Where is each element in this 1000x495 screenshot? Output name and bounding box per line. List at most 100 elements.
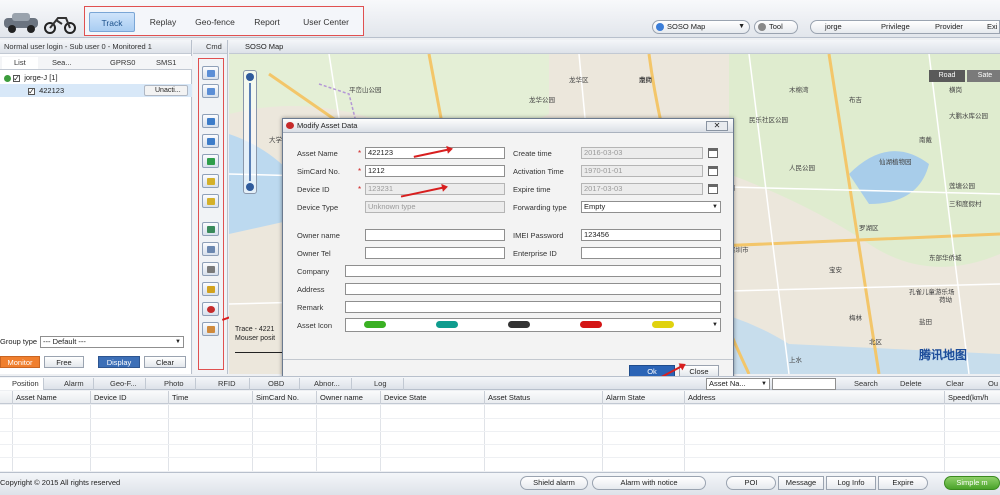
tab-track[interactable]: Track <box>89 12 135 32</box>
tree-device-row[interactable]: 422123 Unacti... <box>0 84 192 98</box>
monitor-button[interactable]: Monitor <box>0 356 40 368</box>
privilege-link[interactable]: Privilege <box>881 21 910 33</box>
track-button[interactable] <box>202 114 219 128</box>
satellite-view-button[interactable]: Sate <box>967 70 1000 82</box>
tab-list[interactable]: List <box>2 57 38 69</box>
expire-time-input[interactable]: 2017-03-03 <box>581 183 703 195</box>
tab-photo[interactable]: Photo <box>152 378 196 390</box>
search-button[interactable]: Search <box>842 378 886 390</box>
tab-sms[interactable]: SMS1 <box>144 57 184 69</box>
owner-name-input[interactable] <box>365 229 505 241</box>
simcard-input[interactable]: 1212 <box>365 165 505 177</box>
free-button[interactable]: Free <box>44 356 84 368</box>
forwarding-type-select[interactable]: Empty ▼ <box>581 201 721 213</box>
user-manage-button[interactable] <box>202 322 219 336</box>
enterprise-id-input[interactable] <box>581 247 721 259</box>
col-device-id[interactable]: Device ID <box>90 391 168 404</box>
search-input[interactable] <box>772 378 836 390</box>
car-yellow-icon <box>652 321 674 328</box>
road-view-button[interactable]: Road <box>929 70 965 82</box>
phone-button[interactable] <box>202 154 219 168</box>
tab-report[interactable]: Report <box>243 12 291 32</box>
log-info-button[interactable]: Log Info <box>826 476 876 490</box>
provider-link[interactable]: Provider <box>935 21 963 33</box>
tab-gprs[interactable]: GPRS0 <box>98 57 138 69</box>
tab-replay[interactable]: Replay <box>139 12 187 32</box>
chevron-down-icon: ▼ <box>712 322 718 328</box>
imei-password-input[interactable]: 123456 <box>581 229 721 241</box>
clear-button[interactable]: Clear <box>144 356 186 368</box>
map-type-select[interactable]: SOSO Map ▼ <box>652 20 750 34</box>
required-marker: * <box>358 149 362 158</box>
asset-icon-select[interactable]: ▼ <box>345 318 721 332</box>
activation-time-input[interactable]: 1970-01-01 <box>581 165 703 177</box>
company-input[interactable] <box>345 265 721 277</box>
tab-alarm[interactable]: Alarm <box>52 378 94 390</box>
note-button[interactable] <box>202 174 219 188</box>
refresh-button[interactable] <box>202 66 219 80</box>
expire-button[interactable]: Expire <box>878 476 928 490</box>
poi-button[interactable]: POI <box>726 476 776 490</box>
message-button[interactable]: Message <box>778 476 824 490</box>
refresh-icon <box>207 70 215 77</box>
col-simcard[interactable]: SimCard No. <box>252 391 316 404</box>
camera-button[interactable] <box>202 222 219 236</box>
device-checkbox[interactable] <box>28 85 35 98</box>
tab-search[interactable]: Sea... <box>40 57 80 69</box>
dialog-close-icon[interactable]: ✕ <box>706 121 728 131</box>
settings-button[interactable] <box>202 262 219 276</box>
modify-asset-button[interactable] <box>202 302 219 316</box>
output-button[interactable]: Ou <box>976 378 1000 390</box>
required-marker: * <box>358 167 362 176</box>
map-place-label: 平峦山公园 <box>349 87 382 94</box>
address-input[interactable] <box>345 283 721 295</box>
key-button[interactable] <box>202 282 219 296</box>
col-device-state[interactable]: Device State <box>380 391 484 404</box>
create-time-input[interactable]: 2016-03-03 <box>581 147 703 159</box>
col-address[interactable]: Address <box>684 391 944 404</box>
col-speed[interactable]: Speed(km/h <box>944 391 1000 404</box>
locate-button[interactable] <box>202 84 219 98</box>
group-type-select[interactable]: --- Default --- ▼ <box>40 336 184 348</box>
clear-log-button[interactable]: Clear <box>934 378 974 390</box>
delete-button[interactable]: Delete <box>888 378 932 390</box>
display-button[interactable]: Display <box>98 356 140 368</box>
col-owner-name[interactable]: Owner name <box>316 391 380 404</box>
tab-log[interactable]: Log <box>362 378 404 390</box>
shield-alarm-button[interactable]: Shield alarm <box>520 476 588 490</box>
tab-rfid[interactable]: RFID <box>206 378 250 390</box>
col-asset-name[interactable]: Asset Name <box>12 391 90 404</box>
tool-button[interactable]: Tool <box>754 20 798 34</box>
calendar-icon[interactable] <box>708 184 718 194</box>
tab-geo-fence[interactable]: Geo-F... <box>98 378 146 390</box>
col-alarm-state[interactable]: Alarm State <box>602 391 684 404</box>
tab-position[interactable]: Position <box>0 378 44 390</box>
tab-abnormal[interactable]: Abnor... <box>302 378 352 390</box>
simcard-label: SimCard No. <box>297 167 340 176</box>
zoom-in-icon[interactable] <box>246 73 254 81</box>
map-place-label: 南约 <box>639 77 652 84</box>
asset-name-select[interactable]: Asset Na... ▼ <box>706 378 770 390</box>
zoom-out-icon[interactable] <box>246 183 254 191</box>
group-checkbox[interactable] <box>13 72 21 85</box>
zoom-slider[interactable] <box>243 70 257 194</box>
tab-user-center[interactable]: User Center <box>293 12 359 32</box>
calendar-icon[interactable] <box>708 166 718 176</box>
grid-button[interactable] <box>202 242 219 256</box>
user-link-jorge[interactable]: jorge <box>825 21 842 33</box>
message-button[interactable] <box>202 194 219 208</box>
calendar-icon[interactable] <box>708 148 718 158</box>
main-nav: Track Replay Geo-fence Report User Cente… <box>84 6 364 36</box>
tab-obd[interactable]: OBD <box>256 378 300 390</box>
alarm-notice-button[interactable]: Alarm with notice <box>592 476 706 490</box>
col-time[interactable]: Time <box>168 391 252 404</box>
device-type-input[interactable]: Unknown type <box>365 201 505 213</box>
tab-geo-fence[interactable]: Geo-fence <box>189 12 241 32</box>
simple-mode-button[interactable]: Simple m <box>944 476 1000 490</box>
remark-input[interactable] <box>345 301 721 313</box>
col-asset-status[interactable]: Asset Status <box>484 391 602 404</box>
owner-tel-input[interactable] <box>365 247 505 259</box>
exit-link[interactable]: Exi <box>987 21 997 33</box>
forward-button[interactable] <box>202 134 219 148</box>
tree-group-row[interactable]: jorge-J [1] <box>0 71 192 85</box>
